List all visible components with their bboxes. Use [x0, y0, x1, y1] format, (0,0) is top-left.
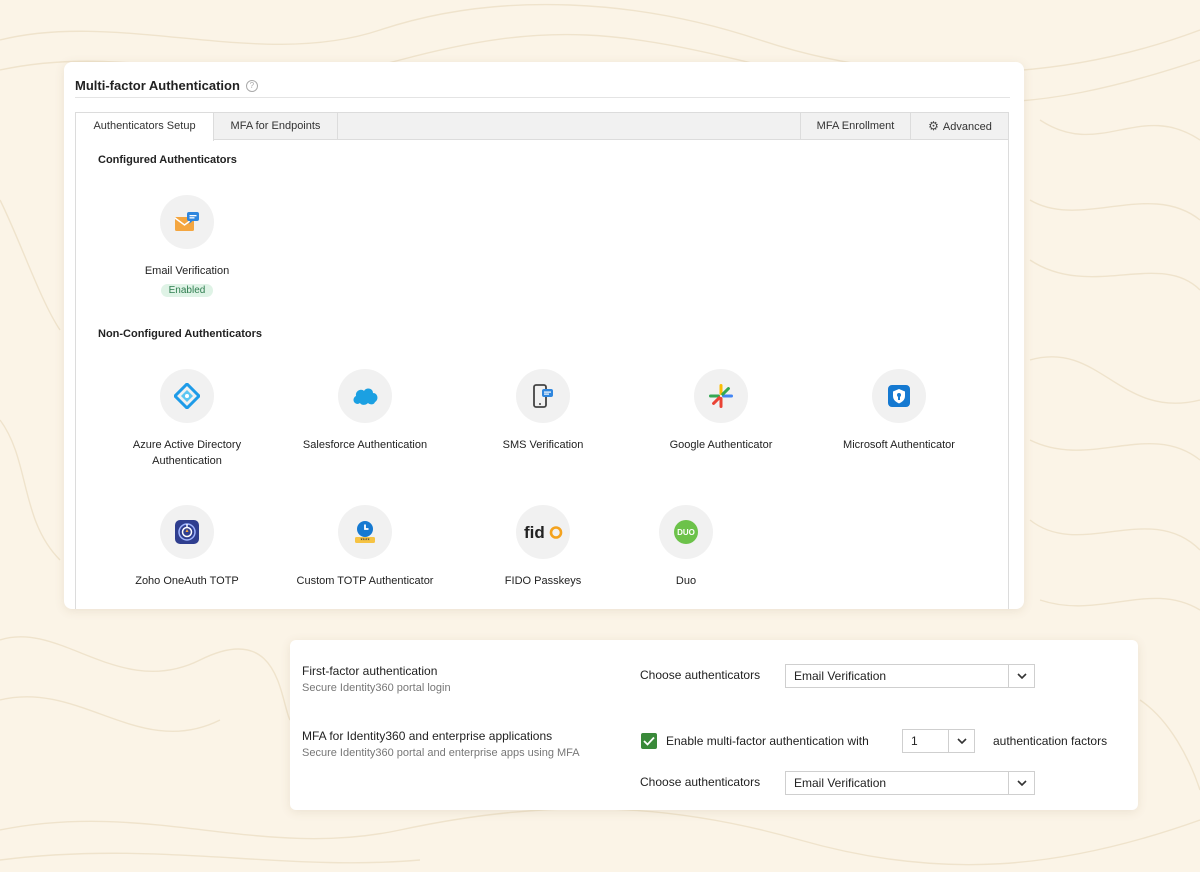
google-authenticator-icon — [694, 369, 748, 423]
authenticator-name: Email Verification — [144, 265, 230, 277]
authenticator-name: Salesforce Authentication — [302, 439, 428, 451]
first-factor-title: First-factor authentication — [302, 664, 438, 678]
svg-text:fid: fid — [524, 523, 545, 542]
oneauth-icon — [160, 505, 214, 559]
choose-authenticators-label: Choose authenticators — [640, 775, 761, 789]
select-value: Email Verification — [794, 776, 887, 790]
mfa-subtitle: Secure Identity360 portal and enterprise… — [302, 747, 580, 759]
page-title: Multi-factor Authentication — [75, 78, 240, 93]
authenticator-google[interactable]: Google Authenticator — [632, 369, 810, 453]
factors-suffix-label: authentication factors — [993, 734, 1108, 748]
microsoft-authenticator-icon — [872, 369, 926, 423]
authenticator-name: Azure Active Directory Authentication — [132, 439, 242, 467]
authenticator-duo[interactable]: DUO Duo — [597, 505, 775, 589]
first-factor-subtitle: Secure Identity360 portal login — [302, 682, 451, 694]
gear-icon: ⚙ — [928, 119, 939, 133]
chevron-down-icon[interactable] — [1008, 772, 1034, 794]
authenticator-azure-ad[interactable]: Azure Active Directory Authentication — [98, 369, 276, 469]
tab-authenticators-setup[interactable]: Authenticators Setup — [76, 113, 214, 141]
authenticator-microsoft[interactable]: Microsoft Authenticator — [810, 369, 988, 453]
chevron-down-icon[interactable] — [948, 730, 974, 752]
select-value: 1 — [911, 734, 918, 748]
title-row: Multi-factor Authentication ? — [75, 74, 1010, 98]
enable-mfa-checkbox[interactable] — [641, 733, 657, 749]
status-badge: Enabled — [160, 284, 214, 297]
duo-icon: DUO — [659, 505, 713, 559]
tab-mfa-for-endpoints[interactable]: MFA for Endpoints — [214, 113, 338, 140]
authenticators-panel: Configured Authenticators Email Verifica… — [75, 139, 1009, 609]
salesforce-icon — [338, 369, 392, 423]
first-factor-authenticator-select[interactable]: Email Verification — [785, 664, 1035, 688]
mfa-authenticator-select[interactable]: Email Verification — [785, 771, 1035, 795]
sms-icon — [516, 369, 570, 423]
mfa-settings-card: First-factor authentication Secure Ident… — [290, 640, 1138, 810]
select-value: Email Verification — [794, 669, 887, 683]
authenticator-name: Duo — [675, 575, 697, 587]
non-configured-heading: Non-Configured Authenticators — [98, 328, 262, 340]
svg-text:DUO: DUO — [677, 528, 695, 537]
authenticator-salesforce[interactable]: Salesforce Authentication — [276, 369, 454, 453]
azure-icon — [160, 369, 214, 423]
custom-totp-icon: **** — [338, 505, 392, 559]
authenticator-name: Zoho OneAuth TOTP — [135, 575, 239, 587]
chevron-down-icon[interactable] — [1008, 665, 1034, 687]
authenticator-name: Google Authenticator — [669, 439, 773, 451]
configured-heading: Configured Authenticators — [98, 154, 237, 166]
authenticator-zoho-oneauth[interactable]: Zoho OneAuth TOTP — [98, 505, 276, 589]
tab-bar: Authenticators Setup MFA for Endpoints M… — [75, 112, 1009, 141]
authenticator-sms[interactable]: SMS Verification — [454, 369, 632, 453]
authenticator-email-verification[interactable]: Email Verification Enabled — [98, 195, 276, 298]
factor-count-select[interactable]: 1 — [902, 729, 975, 753]
help-icon[interactable]: ? — [245, 79, 258, 92]
svg-text:****: **** — [360, 538, 370, 544]
tab-advanced[interactable]: ⚙ Advanced — [910, 113, 1009, 140]
authenticator-name: Custom TOTP Authenticator — [296, 575, 434, 587]
tab-advanced-label: Advanced — [942, 121, 992, 133]
mfa-title: MFA for Identity360 and enterprise appli… — [302, 729, 553, 743]
choose-authenticators-label: Choose authenticators — [640, 668, 761, 682]
fido-icon: fid — [516, 505, 570, 559]
email-icon — [160, 195, 214, 249]
mfa-card: Multi-factor Authentication ? Authentica… — [64, 62, 1024, 609]
authenticator-custom-totp[interactable]: **** Custom TOTP Authenticator — [276, 505, 454, 589]
enable-mfa-label: Enable multi-factor authentication with — [666, 734, 869, 748]
authenticator-name: Microsoft Authenticator — [843, 439, 955, 451]
authenticator-name: SMS Verification — [502, 439, 584, 451]
tab-mfa-enrollment[interactable]: MFA Enrollment — [800, 113, 910, 140]
